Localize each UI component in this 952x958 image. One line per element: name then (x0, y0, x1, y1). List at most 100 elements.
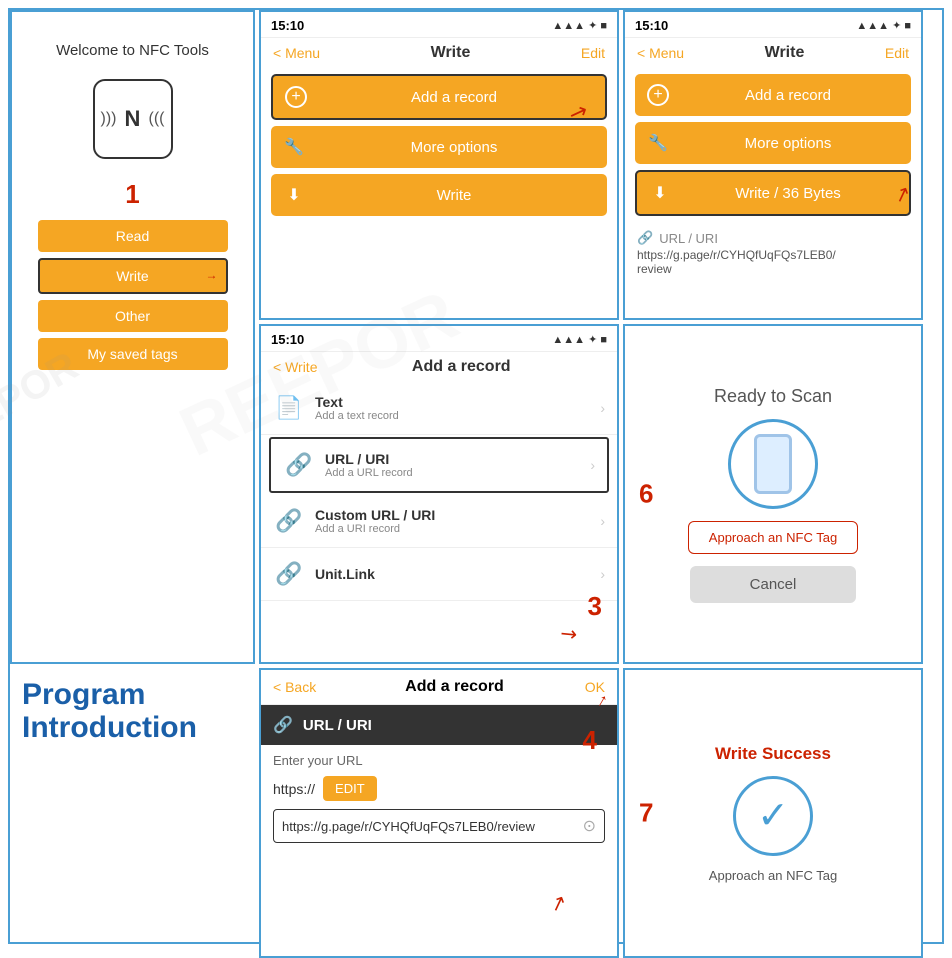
url-prefix: https:// (273, 781, 315, 797)
url-value: https://g.page/r/CYHQfUqFQs7LEB0/review (282, 819, 535, 834)
unit-link-icon: 🔗 (273, 558, 305, 590)
add-record-button[interactable]: + Add a record (271, 74, 607, 120)
nfc-waves-right-icon: ((( (149, 110, 165, 128)
nav-bar: < Menu Write Edit (261, 38, 617, 68)
step-1: 1 (125, 179, 139, 210)
enter-url-label: Enter your URL (261, 745, 617, 772)
panel-ready-to-scan: 6 Ready to Scan Approach an NFC Tag Canc… (623, 324, 923, 664)
ios-status-bar-2: 15:10 ▲▲▲ ✦ ■ (625, 12, 921, 38)
welcome-title: Welcome to NFC Tools (56, 42, 209, 59)
url-record-subtitle: Add a URL record (325, 467, 413, 479)
edit-url-button[interactable]: EDIT (323, 776, 377, 801)
custom-url-subtitle: Add a URI record (315, 523, 435, 535)
signal-icons-2: ▲▲▲ ✦ ■ (856, 19, 911, 32)
nav-bar-2: < Menu Write Edit (625, 38, 921, 68)
url-uri-record-item[interactable]: 🔗 URL / URI Add a URL record › (269, 437, 609, 493)
text-record-icon: 📄 (273, 392, 305, 424)
program-intro-title: Program Introduction (22, 678, 243, 744)
screen-title: Write (431, 44, 471, 62)
url-header-icon: 🔗 (273, 715, 293, 735)
time-display-2: 15:10 (635, 18, 668, 33)
edit-button[interactable]: Edit (581, 45, 605, 61)
back-menu-button-2[interactable]: < Menu (637, 45, 684, 61)
panel-urlentry: < Back Add a record OK 🔗 URL / URI Enter… (259, 668, 619, 958)
custom-url-record-item[interactable]: 🔗 Custom URL / URI Add a URI record › (261, 495, 617, 548)
arrow-url-input: ↗ (546, 889, 570, 918)
url-screen-title: Add a record (324, 678, 585, 696)
url-record-type: URL / URI (303, 717, 372, 734)
write-arrow-icon: → (206, 268, 218, 282)
ios-status-bar-3: 15:10 ▲▲▲ ✦ ■ (261, 326, 617, 352)
custom-url-title: Custom URL / URI (315, 507, 435, 523)
custom-url-icon: 🔗 (273, 505, 305, 537)
screen-title-2: Write (765, 44, 805, 62)
chevron-icon-unit: › (600, 566, 605, 582)
panel-addrecord: 15:10 ▲▲▲ ✦ ■ < Write Add a record 📄 Tex… (259, 324, 619, 664)
ios-status-bar: 15:10 ▲▲▲ ✦ ■ (261, 12, 617, 38)
url-record-header: 🔗 URL / URI (261, 705, 617, 745)
back-write-button[interactable]: < Write (273, 359, 317, 375)
text-record-item[interactable]: 📄 Text Add a text record › (261, 382, 617, 435)
add-record-title: Add a record (412, 358, 511, 376)
write-success-title: Write Success (715, 744, 831, 764)
url-uri-value: https://g.page/r/CYHQfUqFQs7LEB0/review (637, 248, 909, 276)
other-button[interactable]: Other (38, 300, 228, 332)
phone-shape-icon (754, 434, 792, 494)
panel-write-success: 7 Write Success ✓ Approach an NFC Tag (623, 668, 923, 958)
url-uri-entry: 🔗 URL / URI (637, 230, 909, 246)
wrench-icon-2: 🔧 (647, 132, 669, 154)
link-icon-3: 🔗 (637, 230, 653, 246)
step-4-label: 4 (583, 725, 597, 756)
chevron-icon-text: › (600, 400, 605, 416)
panel-write: 15:10 ▲▲▲ ✦ ■ < Menu Write Edit + Add a … (259, 10, 619, 320)
cancel-scan-button[interactable]: Cancel (690, 566, 857, 603)
url-final-input[interactable]: https://g.page/r/CYHQfUqFQs7LEB0/review … (273, 809, 605, 843)
signal-icons-3: ▲▲▲ ✦ ■ (552, 333, 607, 346)
plus-icon: + (285, 86, 307, 108)
text-record-text: Text Add a text record (315, 394, 399, 422)
read-button[interactable]: Read (38, 220, 228, 252)
chevron-icon-custom: › (600, 513, 605, 529)
url-uri-section: 🔗 URL / URI https://g.page/r/CYHQfUqFQs7… (625, 222, 921, 284)
unit-link-record-item[interactable]: 🔗 Unit.Link › (261, 548, 617, 601)
back-menu-button[interactable]: < Menu (273, 45, 320, 61)
download-icon-2: ⬇ (649, 182, 671, 204)
clear-icon[interactable]: ⊙ (583, 816, 596, 836)
approach-nfc-button[interactable]: Approach an NFC Tag (688, 521, 858, 554)
saved-tags-button[interactable]: My saved tags (38, 338, 228, 370)
url-nav-bar: < Back Add a record OK (261, 670, 617, 705)
text-record-title: Text (315, 394, 399, 410)
step-6-label: 6 (639, 479, 653, 510)
more-options-button[interactable]: 🔧 More options (271, 126, 607, 168)
signal-icons: ▲▲▲ ✦ ■ (552, 19, 607, 32)
url-prefix-row: https:// EDIT (273, 776, 605, 801)
chevron-icon-url: › (590, 457, 595, 473)
unit-link-title: Unit.Link (315, 566, 375, 582)
time-display-3: 15:10 (271, 332, 304, 347)
success-checkmark-icon: ✓ (733, 776, 813, 856)
more-options-button-2[interactable]: 🔧 More options (635, 122, 911, 164)
custom-url-text: Custom URL / URI Add a URI record (315, 507, 435, 535)
wrench-icon: 🔧 (283, 136, 305, 158)
url-record-icon: 🔗 (283, 449, 315, 481)
nfc-waves-left-icon: ))) (101, 110, 117, 128)
arrow-url-record: ↙ (554, 620, 584, 649)
edit-button-2[interactable]: Edit (885, 45, 909, 61)
step-7-label: 7 (639, 798, 653, 829)
write-button[interactable]: Write → (38, 258, 228, 294)
phone-scan-icon (728, 419, 818, 509)
add-record-button-2[interactable]: + Add a record 5 (635, 74, 911, 116)
step-5-label: 5 (623, 78, 625, 104)
write-button-2[interactable]: ⬇ Write 2 (271, 174, 607, 216)
time-display: 15:10 (271, 18, 304, 33)
url-record-text: URL / URI Add a URL record (325, 451, 413, 479)
program-introduction: Program Introduction REEPOR (10, 668, 255, 958)
back-button-url[interactable]: < Back (273, 679, 316, 695)
nfc-icon: ))) N ((( (93, 79, 173, 159)
panel-welcome: Welcome to NFC Tools ))) N ((( 1 Read Wr… (10, 10, 255, 664)
write-bytes-button[interactable]: ⬇ Write / 36 Bytes (635, 170, 911, 216)
panel-write2: 15:10 ▲▲▲ ✦ ■ < Menu Write Edit + Add a … (623, 10, 923, 320)
unit-link-text: Unit.Link (315, 566, 375, 582)
text-record-subtitle: Add a text record (315, 410, 399, 422)
nav-bar-3: < Write Add a record (261, 352, 617, 382)
